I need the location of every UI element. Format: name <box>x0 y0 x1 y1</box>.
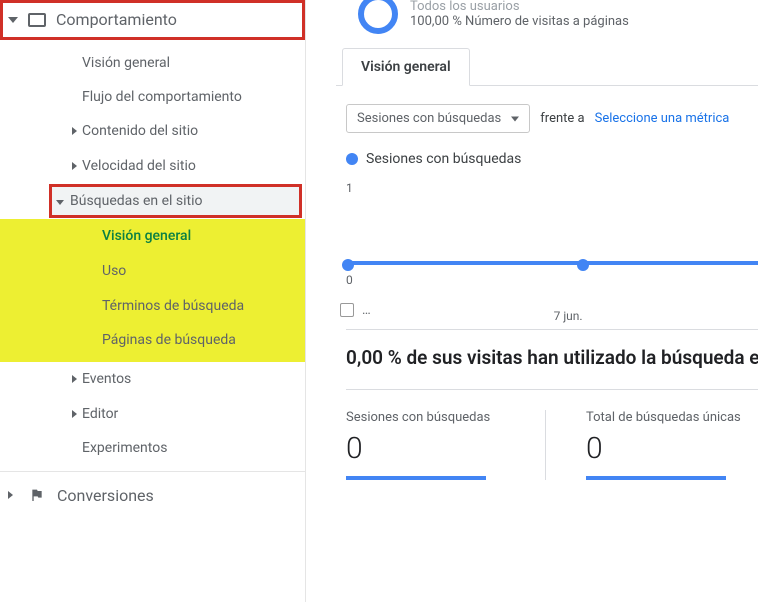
annotation-icon[interactable] <box>340 303 354 317</box>
metric-card-total-busquedas: Total de búsquedas únicas 0 <box>586 410 758 480</box>
sidebar-item-busquedas-sitio[interactable]: Búsquedas en el sitio <box>52 187 299 215</box>
sidebar-item-label: Flujo del comportamiento <box>82 88 242 106</box>
chevron-right-icon <box>72 410 77 418</box>
sidebar-item-editor[interactable]: Editor <box>0 397 305 431</box>
main-content: Todos los usuarios 100,00 % Número de vi… <box>306 0 758 602</box>
sparkline <box>346 476 486 480</box>
metric-title: Total de búsquedas únicas <box>586 410 756 425</box>
footnote-ellipsis: … <box>362 303 371 318</box>
metric-selector-row: Sesiones con búsquedas frente a Seleccio… <box>336 86 758 147</box>
sidebar-item-label: Experimentos <box>82 439 167 457</box>
segment-all-users[interactable]: Todos los usuarios 100,00 % Número de vi… <box>336 0 758 48</box>
tab-bar: Visión general <box>336 48 758 86</box>
sidebar-section-label: Conversiones <box>57 486 154 505</box>
flag-icon <box>29 487 45 503</box>
chevron-down-icon <box>56 200 64 205</box>
sidebar-item-contenido[interactable]: Contenido del sitio <box>0 114 305 148</box>
sidebar-item-label: Búsquedas en el sitio <box>70 193 203 209</box>
legend-dot-icon <box>346 153 358 165</box>
metric-card-sesiones: Sesiones con búsquedas 0 <box>346 410 546 480</box>
chevron-right-icon <box>72 127 77 135</box>
divider <box>346 389 758 390</box>
sidebar-section-label: Comportamiento <box>56 10 177 29</box>
chart-footnote: … 7 jun. <box>336 301 758 321</box>
sidebar-item-label: Eventos <box>82 370 131 388</box>
sidebar-section-comportamiento[interactable]: Comportamiento <box>0 0 305 40</box>
sparkline <box>586 476 726 480</box>
sidebar-subitem-uso[interactable]: Uso <box>0 254 305 289</box>
chart-series-line <box>346 261 758 265</box>
sidebar-item-label: Uso <box>102 263 126 279</box>
sidebar-section-conversiones[interactable]: Conversiones <box>0 471 305 519</box>
metrics-grid: Sesiones con búsquedas 0 Total de búsque… <box>336 400 758 480</box>
summary-headline: 0,00 % de sus visitas han utilizado la b… <box>336 340 758 381</box>
behavior-icon <box>28 13 46 27</box>
sidebar-item-label: Contenido del sitio <box>82 122 198 140</box>
sidebar-subitems: Visión general Flujo del comportamiento … <box>0 40 305 471</box>
sidebar-item-label: Términos de búsqueda <box>102 298 244 314</box>
sidebar-subitem-paginas[interactable]: Páginas de búsqueda <box>0 323 305 362</box>
sidebar-item-label: Páginas de búsqueda <box>102 332 236 348</box>
sidebar-item-label: Visión general <box>102 228 191 244</box>
donut-icon <box>358 0 398 34</box>
primary-metric-select[interactable]: Sesiones con búsquedas <box>346 104 530 133</box>
chevron-right-icon <box>72 375 77 383</box>
segment-detail: 100,00 % Número de visitas a páginas <box>410 14 629 29</box>
vs-label: frente a <box>540 111 584 126</box>
chart-legend: Sesiones con búsquedas <box>336 147 758 175</box>
sidebar-item-flujo[interactable]: Flujo del comportamiento <box>0 80 305 114</box>
sidebar-item-label: Editor <box>82 405 118 423</box>
divider <box>346 329 758 330</box>
sidebar-item-label: Visión general <box>82 54 170 72</box>
sidebar-item-velocidad[interactable]: Velocidad del sitio <box>0 149 305 183</box>
sidebar-subitem-terminos[interactable]: Términos de búsqueda <box>0 289 305 324</box>
chart-xlabel: 7 jun. <box>554 309 583 323</box>
secondary-metric-select[interactable]: Seleccione una métrica <box>595 111 730 126</box>
sidebar-item-eventos[interactable]: Eventos <box>0 362 305 396</box>
metric-value: 0 <box>346 431 515 466</box>
chevron-down-icon <box>8 17 18 23</box>
chevron-right-icon <box>72 162 77 170</box>
legend-label: Sesiones con búsquedas <box>366 151 521 167</box>
chart-point <box>342 259 354 271</box>
sidebar-item-experimentos[interactable]: Experimentos <box>0 431 305 465</box>
sidebar-item-label: Velocidad del sitio <box>82 157 196 175</box>
metric-title: Sesiones con búsquedas <box>346 410 515 425</box>
sidebar: Comportamiento Visión general Flujo del … <box>0 0 306 602</box>
tab-vision-general[interactable]: Visión general <box>342 48 470 86</box>
chart-ytick: 1 <box>346 181 353 195</box>
sidebar-subitem-vision-general[interactable]: Visión general <box>0 219 305 254</box>
metric-value: 0 <box>586 431 756 466</box>
chart-xzero: 0 <box>346 273 353 287</box>
segment-text: Todos los usuarios 100,00 % Número de vi… <box>410 0 629 29</box>
segment-title: Todos los usuarios <box>410 0 629 14</box>
chart-point <box>577 259 589 271</box>
sidebar-item-vision-general[interactable]: Visión general <box>0 46 305 80</box>
line-chart: 1 0 <box>346 181 758 291</box>
chevron-right-icon <box>8 491 13 499</box>
